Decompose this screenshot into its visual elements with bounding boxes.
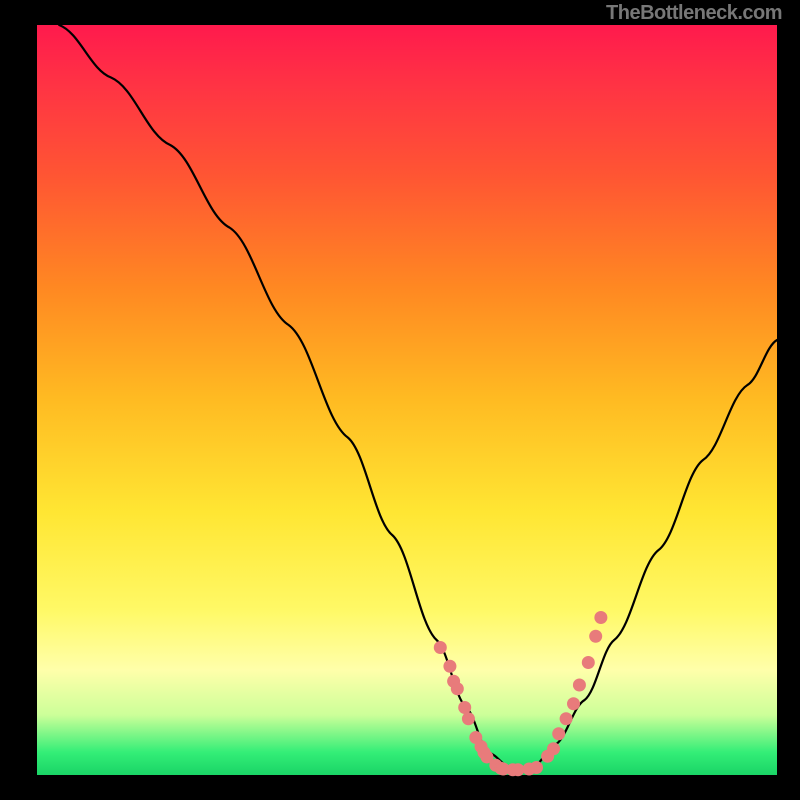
chart-title <box>0 0 1 1</box>
watermark-text: TheBottleneck.com <box>606 2 782 25</box>
plot-area <box>37 25 777 775</box>
chart-frame: TheBottleneck.com <box>0 0 800 800</box>
